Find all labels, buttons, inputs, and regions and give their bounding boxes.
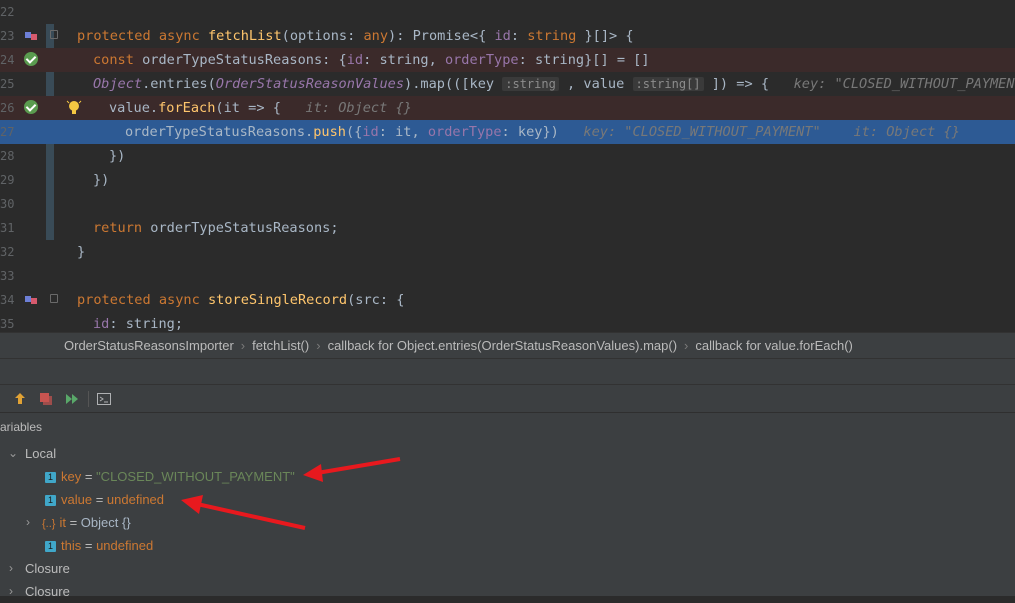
breakpoint-check-icon[interactable]	[24, 100, 38, 114]
inline-value: key: "CLOSED_WITHOUT_PAYMENT"	[793, 76, 1015, 92]
override-icon[interactable]	[24, 30, 38, 42]
code-line: 32 }	[0, 240, 1015, 264]
inline-value: key: "CLOSED_WITHOUT_PAYMENT"	[583, 124, 821, 140]
annotation-arrow	[181, 495, 306, 530]
debug-toolbar	[0, 384, 1015, 413]
step-out-icon[interactable]	[12, 391, 28, 407]
chevron-down-icon[interactable]: ⌄	[8, 442, 18, 465]
variable-value: undefined	[96, 538, 154, 553]
line-number: 25	[0, 77, 15, 91]
chevron-right-icon: ›	[240, 338, 246, 353]
code-text: return orderTypeStatusReasons;	[93, 220, 339, 236]
code-text: }	[77, 244, 86, 260]
primitive-value-icon: 1	[45, 541, 56, 553]
tree-node-closure[interactable]: › Closure	[0, 580, 1015, 603]
code-text: Object.entries(OrderStatusReasonValues).…	[93, 72, 1015, 96]
tree-label: Closure	[25, 584, 70, 599]
variables-tree[interactable]: ⌄ Local 1 key = "CLOSED_WITHOUT_PAYMENT" …	[0, 440, 1015, 599]
code-line: 34 protected async storeSingleRecord(src…	[0, 288, 1015, 312]
primitive-value-icon: 1	[45, 472, 56, 484]
variable-name: key	[61, 469, 82, 484]
code-text: })	[109, 148, 126, 164]
line-number: 22	[0, 5, 15, 19]
variables-title: ariables	[0, 412, 1015, 441]
panel-header	[0, 358, 1015, 385]
variable-row[interactable]: 1 key = "CLOSED_WITHOUT_PAYMENT"	[0, 465, 1015, 488]
variable-name: value	[61, 492, 93, 507]
line-number: 29	[0, 173, 15, 187]
object-icon: {..}	[42, 518, 56, 530]
code-editor[interactable]: 22 23 protected async fetchList(options:…	[0, 0, 1015, 332]
breadcrumb: OrderStatusReasonsImporter › fetchList() › c…	[0, 332, 1015, 359]
code-text: orderTypeStatusReasons.push({id: it, ord…	[125, 124, 960, 140]
fold-icon[interactable]	[50, 30, 58, 39]
chevron-right-icon: ›	[316, 338, 321, 353]
type-hint: :string	[502, 77, 559, 91]
line-number: 27	[0, 125, 15, 139]
breadcrumb-item[interactable]: OrderStatusReasonsImporter	[64, 333, 234, 359]
variable-row[interactable]: 1 this = undefined	[0, 534, 1015, 557]
line-number: 23	[0, 29, 15, 43]
inline-value: it: Object {}	[853, 124, 960, 140]
code-text: })	[93, 172, 110, 188]
tree-node-closure[interactable]: › Closure	[0, 557, 1015, 580]
variable-name: this	[61, 538, 82, 553]
variable-row[interactable]: 1 value = undefined	[0, 488, 1015, 511]
code-line: 35 id: string;	[0, 312, 1015, 332]
code-line: 25 Object.entries(OrderStatusReasonValue…	[0, 72, 1015, 96]
override-icon[interactable]	[24, 294, 38, 306]
chevron-right-icon: ›	[684, 338, 689, 353]
breadcrumb-item[interactable]: callback for value.forEach()	[695, 338, 853, 353]
code-line: 33	[0, 264, 1015, 288]
line-number: 31	[0, 221, 15, 235]
chevron-right-icon[interactable]: ›	[9, 580, 13, 603]
code-line: 29 })	[0, 168, 1015, 192]
toolbar-divider	[88, 391, 89, 407]
breadcrumb-item[interactable]: callback for Object.entries(OrderStatusR…	[328, 338, 677, 353]
line-number: 32	[0, 245, 15, 259]
code-line: 31 return orderTypeStatusReasons;	[0, 216, 1015, 240]
code-line: 23 protected async fetchList(options: an…	[0, 24, 1015, 48]
fold-icon[interactable]	[50, 294, 58, 303]
code-text: protected async fetchList(options: any):…	[77, 28, 634, 44]
line-number: 34	[0, 293, 15, 307]
tree-label: Local	[25, 446, 57, 461]
line-number: 26	[0, 101, 15, 115]
console-icon[interactable]	[96, 391, 112, 407]
variable-row[interactable]: › {..} it = Object {}	[0, 511, 1015, 534]
variable-value: "CLOSED_WITHOUT_PAYMENT"	[96, 469, 295, 484]
lightbulb-icon[interactable]	[66, 99, 82, 117]
variable-value: undefined	[106, 492, 165, 507]
code-line: 30	[0, 192, 1015, 216]
variable-value: Object {}	[80, 515, 131, 530]
tree-label: Closure	[25, 561, 70, 576]
code-text: protected async storeSingleRecord(src: {	[77, 292, 405, 308]
current-execution-line: 27 orderTypeStatusReasons.push({id: it, …	[0, 120, 1015, 144]
stop-icon[interactable]	[38, 391, 54, 407]
code-text: value.forEach(it => { it: Object {}	[109, 100, 412, 116]
line-number: 35	[0, 317, 15, 331]
code-text: id: string;	[93, 316, 184, 332]
code-line: 22	[0, 0, 1015, 24]
code-line: 26 value.forEach(it => { it: Object {}	[0, 96, 1015, 120]
breakpoint-check-icon[interactable]	[24, 52, 38, 66]
chevron-right-icon[interactable]: ›	[9, 557, 13, 580]
tree-node-local[interactable]: ⌄ Local	[0, 442, 1015, 465]
type-hint: :string[]	[632, 77, 704, 91]
code-line: 28 })	[0, 144, 1015, 168]
line-number: 24	[0, 53, 15, 67]
chevron-right-icon[interactable]: ›	[26, 511, 30, 534]
line-number: 33	[0, 269, 15, 283]
code-text: const orderTypeStatusReasons: {id: strin…	[93, 52, 650, 68]
annotation-arrow	[303, 457, 401, 482]
inline-value: it: Object {}	[305, 100, 412, 116]
primitive-value-icon: 1	[45, 495, 56, 507]
resume-icon[interactable]	[64, 391, 80, 407]
line-number: 28	[0, 149, 15, 163]
code-line: 24 const orderTypeStatusReasons: {id: st…	[0, 48, 1015, 72]
line-number: 30	[0, 197, 15, 211]
breadcrumb-item[interactable]: fetchList()	[252, 338, 309, 353]
